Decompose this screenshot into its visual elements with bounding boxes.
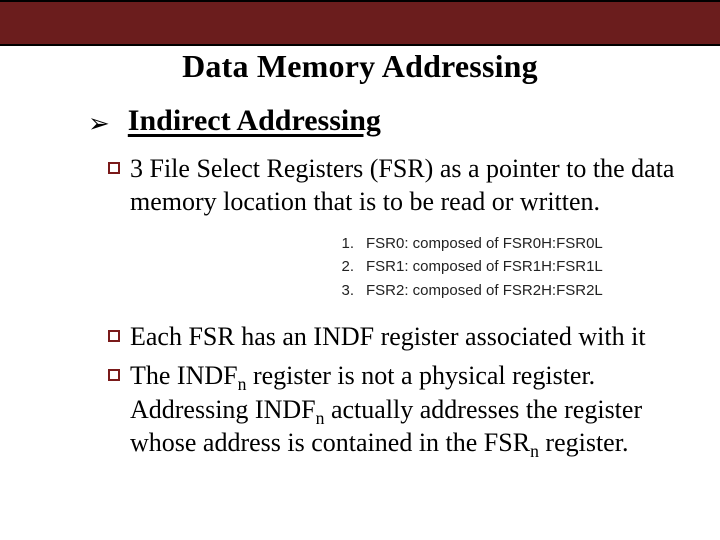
slide: Data Memory Addressing ➢ Indirect Addres… [0, 0, 720, 540]
list-item: 3 File Select Registers (FSR) as a point… [108, 152, 680, 219]
bullet-block-2: Each FSR has an INDF register associated… [108, 320, 680, 459]
square-bullet-icon [108, 330, 120, 342]
bullet-block-1: 3 File Select Registers (FSR) as a point… [108, 152, 680, 219]
arrow-bullet-icon: ➢ [88, 110, 110, 136]
list-item: The INDFn register is not a physical reg… [108, 359, 680, 459]
list-item: Each FSR has an INDF register associated… [108, 320, 680, 353]
bullet-text: Each FSR has an INDF register associated… [130, 320, 680, 353]
section-heading-row: ➢ Indirect Addressing [88, 104, 680, 138]
list-item: 1. FSR0: composed of FSR0H:FSR0L [340, 232, 603, 255]
slide-title: Data Memory Addressing [0, 48, 720, 85]
text-run: register. [539, 428, 629, 457]
list-item: 2. FSR1: composed of FSR1H:FSR1L [340, 255, 603, 278]
subscript: n [530, 441, 539, 461]
square-bullet-icon [108, 162, 120, 174]
bullet-text: 3 File Select Registers (FSR) as a point… [130, 152, 680, 219]
fsr-list: 1. FSR0: composed of FSR0H:FSR0L 2. FSR1… [340, 232, 603, 302]
section-heading: Indirect Addressing [128, 104, 381, 138]
list-text: FSR2: composed of FSR2H:FSR2L [366, 279, 603, 302]
list-text: FSR0: composed of FSR0H:FSR0L [366, 232, 603, 255]
square-bullet-icon [108, 369, 120, 381]
bullet-text: The INDFn register is not a physical reg… [130, 359, 680, 459]
list-number: 3. [340, 279, 354, 302]
list-number: 1. [340, 232, 354, 255]
list-number: 2. [340, 255, 354, 278]
title-bar [0, 0, 720, 46]
list-text: FSR1: composed of FSR1H:FSR1L [366, 255, 603, 278]
list-item: 3. FSR2: composed of FSR2H:FSR2L [340, 279, 603, 302]
text-run: The INDF [130, 361, 238, 390]
